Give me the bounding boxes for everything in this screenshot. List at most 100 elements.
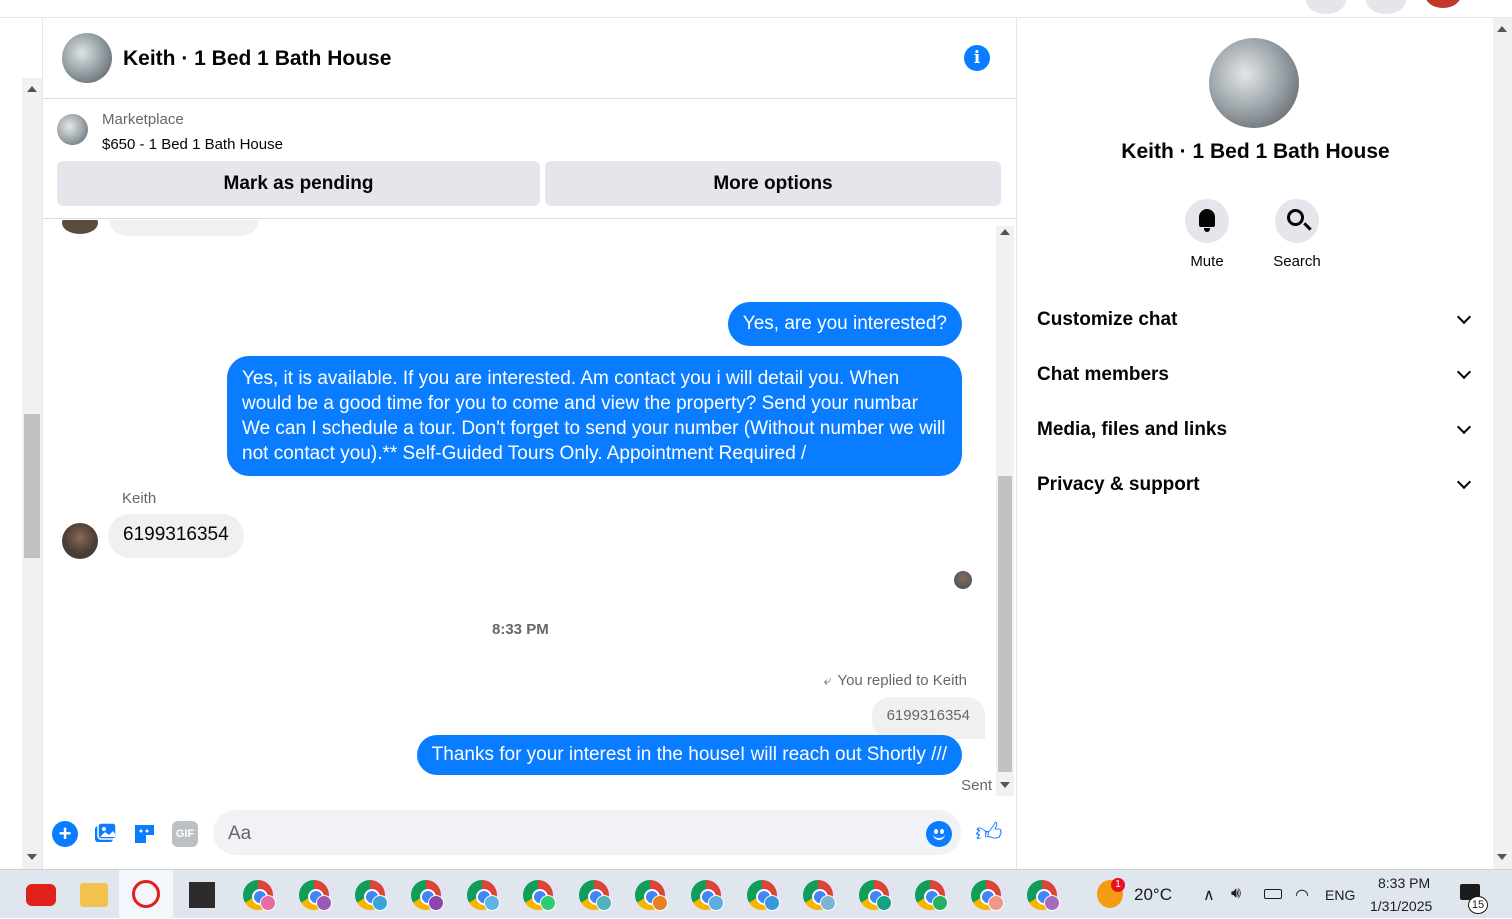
battery-icon[interactable] xyxy=(1264,889,1282,899)
message-bubble-incoming[interactable]: 6199316354 xyxy=(108,514,244,558)
scroll-up-arrow-icon[interactable] xyxy=(1000,229,1010,235)
wifi-icon[interactable]: ◠ xyxy=(1295,885,1309,905)
section-chat-members[interactable]: Chat members xyxy=(1037,355,1475,395)
reply-indicator: ⤶ You replied to Keith xyxy=(824,672,967,689)
scroll-down-arrow-icon[interactable] xyxy=(27,854,37,860)
photo-icon[interactable] xyxy=(92,821,118,847)
scrollbar-thumb[interactable] xyxy=(24,414,40,558)
chrome-window-icon[interactable] xyxy=(299,880,332,911)
message-bubble-partial xyxy=(109,220,259,236)
notification-count: 15 xyxy=(1468,896,1488,914)
like-icon[interactable]: 👍︎ xyxy=(973,816,1005,848)
scrollbar-thumb[interactable] xyxy=(998,476,1012,772)
mute-button[interactable]: Mute xyxy=(1172,199,1242,270)
chrome-window-icon[interactable] xyxy=(635,880,668,911)
scroll-up-arrow-icon[interactable] xyxy=(27,86,37,92)
chrome-window-icon[interactable] xyxy=(971,880,1004,911)
conversation-avatar[interactable] xyxy=(62,33,112,83)
top-menu-button[interactable] xyxy=(1306,0,1346,14)
profile-badge-icon xyxy=(820,895,836,911)
language-indicator[interactable]: ENG xyxy=(1325,887,1355,903)
account-avatar[interactable] xyxy=(1425,0,1461,8)
weather-temperature[interactable]: 20°C xyxy=(1134,885,1172,905)
chevron-up-icon[interactable]: ∧ xyxy=(1203,885,1215,905)
chrome-window-icon[interactable] xyxy=(579,880,612,911)
profile-badge-icon xyxy=(708,895,724,911)
listing-thumbnail[interactable] xyxy=(57,114,88,145)
section-privacy-support[interactable]: Privacy & support xyxy=(1037,465,1475,505)
chevron-down-icon xyxy=(1456,309,1472,325)
section-label: Customize chat xyxy=(1037,309,1178,330)
chrome-window-icon[interactable] xyxy=(691,880,724,911)
profile-badge-icon xyxy=(876,895,892,911)
chrome-window-icon[interactable] xyxy=(523,880,556,911)
weather-badge: 1 xyxy=(1111,878,1125,892)
section-customize-chat[interactable]: Customize chat xyxy=(1037,300,1475,340)
message-bubble-outgoing[interactable]: Thanks for your interest in the houseI w… xyxy=(416,735,962,775)
conversation-title[interactable]: Keith · 1 Bed 1 Bath House xyxy=(123,47,391,71)
chrome-window-icon[interactable] xyxy=(859,880,892,911)
chrome-window-icon[interactable] xyxy=(1027,880,1060,911)
chrome-window-icon[interactable] xyxy=(803,880,836,911)
section-label: Media, files and links xyxy=(1037,419,1228,440)
bell-icon xyxy=(1199,209,1215,232)
section-label: Chat members xyxy=(1037,364,1169,385)
file-explorer-icon[interactable] xyxy=(80,883,108,907)
scroll-down-arrow-icon[interactable] xyxy=(1497,854,1507,860)
profile-badge-icon xyxy=(260,895,276,911)
chat-header: Keith · 1 Bed 1 Bath House i xyxy=(43,18,1017,99)
message-bubble-outgoing[interactable]: Yes, it is available. If you are interes… xyxy=(227,356,962,476)
marketplace-label: Marketplace xyxy=(102,111,184,128)
gif-icon[interactable]: GIF xyxy=(172,821,198,847)
mark-as-pending-button[interactable]: Mark as pending xyxy=(57,161,540,206)
volume-icon[interactable]: 🔊︎ xyxy=(1231,885,1241,903)
marketplace-banner: Marketplace $650 - 1 Bed 1 Bath House Ma… xyxy=(43,99,1017,219)
plus-icon[interactable]: + xyxy=(52,821,78,847)
chrome-window-icon[interactable] xyxy=(355,880,388,911)
search-button[interactable]: Search xyxy=(1262,199,1332,270)
sender-name: Keith xyxy=(122,490,157,507)
clock-time[interactable]: 8:33 PM xyxy=(1378,875,1430,891)
clock-date[interactable]: 1/31/2025 xyxy=(1370,898,1432,914)
page-scrollbar[interactable] xyxy=(22,78,42,869)
scroll-down-arrow-icon[interactable] xyxy=(1000,782,1010,788)
chrome-window-icon[interactable] xyxy=(467,880,500,911)
message-input[interactable] xyxy=(213,810,961,855)
chevron-down-icon xyxy=(1456,474,1472,490)
profile-badge-icon xyxy=(988,895,1004,911)
snipping-tool-icon[interactable] xyxy=(132,880,160,908)
search-icon xyxy=(1287,209,1304,226)
chrome-window-icon[interactable] xyxy=(915,880,948,911)
scroll-up-arrow-icon[interactable] xyxy=(1497,26,1507,32)
more-options-button[interactable]: More options xyxy=(545,161,1001,206)
avatar[interactable] xyxy=(62,523,98,559)
emoji-icon[interactable] xyxy=(926,821,952,847)
chat-scrollbar[interactable] xyxy=(996,226,1014,796)
page-scrollbar-right[interactable] xyxy=(1493,18,1512,869)
quoted-message[interactable]: 6199316354 xyxy=(871,697,985,739)
profile-badge-icon xyxy=(372,895,388,911)
youtube-app-icon[interactable] xyxy=(26,884,56,906)
read-receipt-avatar xyxy=(954,571,972,589)
message-bubble-outgoing[interactable]: Yes, are you interested? xyxy=(727,302,962,346)
reply-arrow-icon: ⤶ xyxy=(823,672,832,688)
listing-title[interactable]: $650 - 1 Bed 1 Bath House xyxy=(102,136,283,153)
message-status: Sent xyxy=(961,777,992,794)
message-input-placeholder[interactable]: Aa xyxy=(228,823,251,845)
chrome-window-icon[interactable] xyxy=(243,880,276,911)
sticky-notes-icon[interactable] xyxy=(189,882,215,908)
browser-top-strip xyxy=(0,0,1512,18)
message-composer: + GIF Aa 👍︎ xyxy=(43,798,1017,868)
section-media-files-links[interactable]: Media, files and links xyxy=(1037,410,1475,450)
top-notification-button[interactable] xyxy=(1366,0,1406,14)
info-icon[interactable]: i xyxy=(964,45,990,71)
search-label: Search xyxy=(1273,253,1321,270)
conversation-avatar-large[interactable] xyxy=(1209,38,1299,128)
profile-badge-icon xyxy=(428,895,444,911)
sticker-icon[interactable] xyxy=(132,821,158,847)
profile-badge-icon xyxy=(1044,895,1060,911)
chrome-window-icon[interactable] xyxy=(411,880,444,911)
profile-badge-icon xyxy=(596,895,612,911)
chrome-window-icon[interactable] xyxy=(747,880,780,911)
profile-badge-icon xyxy=(932,895,948,911)
